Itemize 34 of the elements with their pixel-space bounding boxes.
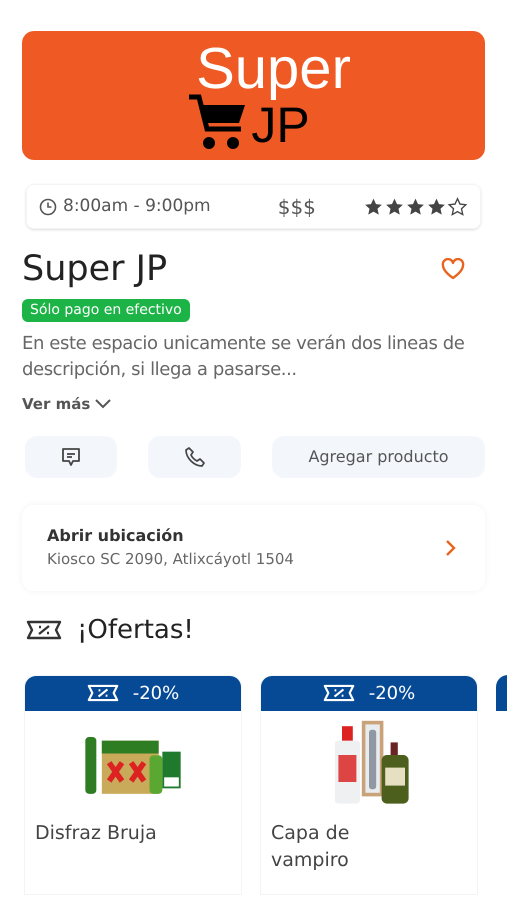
coupon-icon — [25, 620, 63, 640]
offer-card[interactable]: -20% Capa de vampiro — [260, 674, 478, 894]
coupon-icon — [86, 684, 119, 702]
see-more-link[interactable]: Ver más — [22, 393, 112, 416]
call-button[interactable] — [148, 436, 241, 478]
star-icon — [363, 196, 384, 216]
add-product-button[interactable]: Agregar producto — [272, 436, 485, 478]
star-icon — [384, 196, 405, 216]
message-icon — [60, 446, 82, 468]
chevron-down-icon — [94, 398, 112, 410]
payment-badge: Sólo pago en efectivo — [22, 299, 190, 322]
star-icon — [405, 196, 426, 216]
location-card[interactable]: Abrir ubicación Kiosco SC 2090, Atlixcáyotl 1504 — [22, 504, 485, 590]
coupon-icon — [322, 684, 355, 702]
offers-heading: ¡Ofertas! — [77, 614, 194, 646]
location-address: Kiosco SC 2090, Atlixcáyotl 1504 — [47, 549, 294, 570]
store-name: Super JP — [22, 248, 168, 291]
star-outline-icon — [447, 196, 468, 216]
heart-icon — [441, 258, 465, 280]
star-icon — [426, 196, 447, 216]
product-name: Disfraz Bruja — [34, 820, 158, 846]
message-button[interactable] — [25, 436, 117, 478]
chevron-right-icon — [445, 538, 457, 556]
location-title: Abrir ubicación — [47, 525, 185, 548]
discount-text: -20% — [368, 682, 416, 706]
hours-text: 8:00am - 9:00pm — [63, 194, 211, 218]
price-level: $$$ — [278, 194, 316, 220]
discount-text: -20% — [132, 682, 180, 706]
offer-card[interactable]: -20% Disfraz Bruja — [24, 674, 242, 894]
logo-text: Super — [196, 38, 351, 98]
store-description: En este espacio unicamente se verán dos lineas de descripción, si llega a pasarse... — [22, 332, 466, 382]
phone-icon — [184, 446, 206, 468]
clock-icon — [39, 198, 57, 216]
product-name: Capa de vampiro — [270, 820, 350, 872]
